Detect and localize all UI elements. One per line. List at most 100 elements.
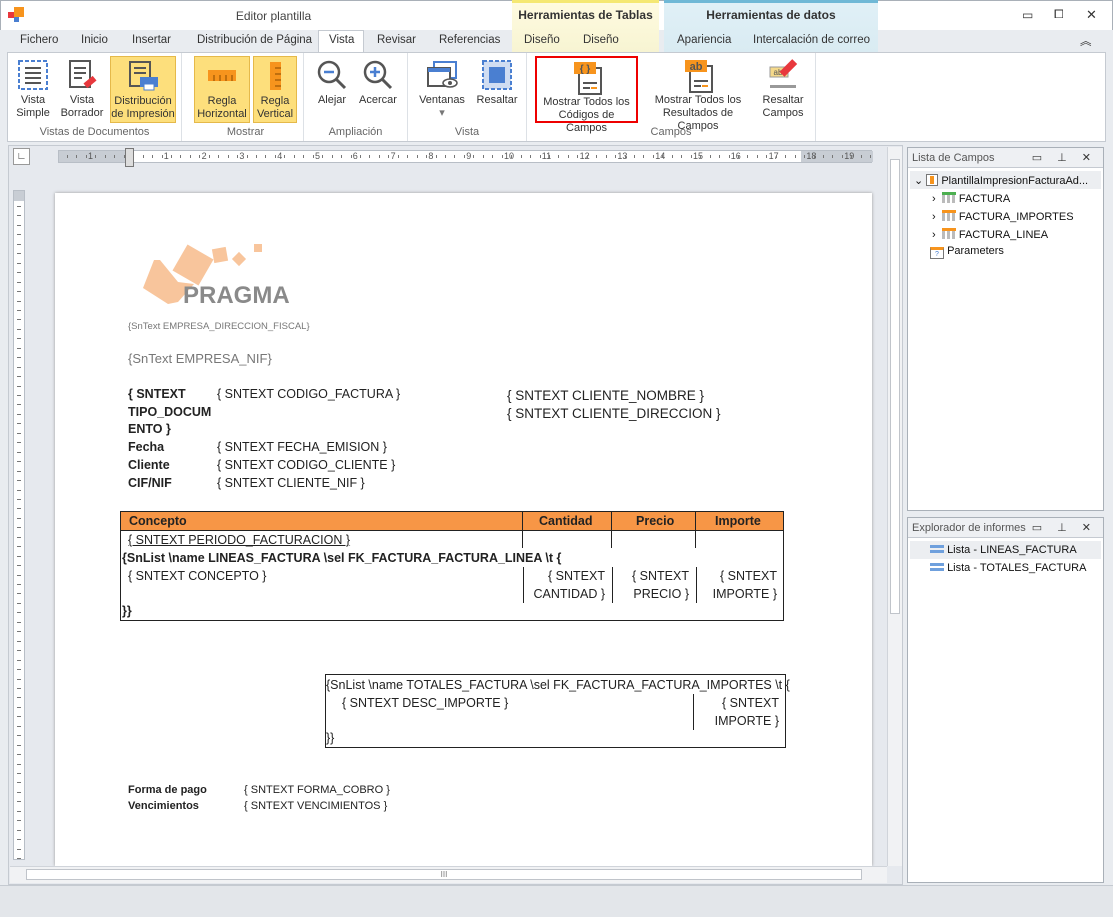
- ruler-tick: [492, 155, 494, 158]
- field-results-icon: ab: [685, 60, 713, 93]
- close-button[interactable]: ✕: [1086, 7, 1097, 23]
- tab-diseno-2[interactable]: Diseño: [583, 34, 619, 46]
- tree-root[interactable]: ⌄ PlantillaImpresionFacturaAd...: [914, 174, 1088, 187]
- ruler-tick: [17, 215, 21, 217]
- ruler-tick: [17, 272, 21, 274]
- ruler-tick: [728, 155, 730, 158]
- tree-item[interactable]: › FACTURA: [932, 192, 1010, 205]
- vista-simple-button[interactable]: Vista Simple: [12, 56, 54, 123]
- ruler-tick: [17, 716, 21, 718]
- collapse-ribbon-button[interactable]: ︽: [1080, 33, 1092, 49]
- ruler-tick: [17, 498, 21, 500]
- ruler-tick: [463, 155, 465, 158]
- tab-fichero[interactable]: Fichero: [20, 34, 58, 46]
- parameters-icon: ?: [930, 247, 944, 259]
- ruler-tick: [17, 546, 21, 548]
- ruler-tick: [17, 508, 21, 510]
- forma-pago-value: { SNTEXT FORMA_COBRO }: [244, 784, 390, 796]
- tab-referencias[interactable]: Referencias: [439, 34, 500, 46]
- ruler-tick: [445, 155, 446, 158]
- field-codes-icon: { }: [573, 62, 602, 95]
- mostrar-codigos-campos-button[interactable]: { } Mostrar Todos los Códigos de Campos: [535, 56, 638, 134]
- panel-buttons[interactable]: ▭ ⊥ ✕: [1032, 521, 1097, 534]
- scroll-thumb[interactable]: III: [26, 869, 862, 880]
- field-label: Fecha: [128, 440, 165, 454]
- mostrar-resultados-campos-button[interactable]: ab Mostrar Todos los Resultados de Campos: [642, 56, 754, 132]
- acercar-button[interactable]: Acercar: [354, 56, 402, 123]
- zoom-in-icon: [363, 60, 393, 90]
- ruler-tick: [435, 155, 437, 158]
- ruler-tick: [596, 155, 598, 158]
- ruler-tick: [17, 319, 21, 321]
- field-label: { SNTEXT: [128, 387, 186, 401]
- ruler-tick: [823, 155, 824, 158]
- ruler-tick: [17, 565, 21, 567]
- ventanas-button[interactable]: Ventanas ▾: [414, 56, 470, 123]
- indent-marker[interactable]: [125, 148, 134, 167]
- ruler-tick: [17, 423, 21, 425]
- alejar-button[interactable]: Alejar: [310, 56, 354, 123]
- explorer-item[interactable]: Lista - TOTALES_FACTURA: [930, 562, 1086, 574]
- tab-vista[interactable]: Vista: [329, 34, 354, 46]
- ruler-tick: [785, 155, 787, 158]
- ruler-tick: [17, 848, 21, 850]
- tab-diseno-1[interactable]: Diseño: [524, 34, 560, 46]
- panel-buttons[interactable]: ▭ ⊥ ✕: [1032, 151, 1097, 164]
- ruler-tick: [17, 697, 21, 699]
- tab-revisar[interactable]: Revisar: [377, 34, 416, 46]
- tree-item[interactable]: › FACTURA_LINEA: [932, 228, 1048, 241]
- field-value: { SNTEXT CODIGO_CLIENTE }: [217, 458, 396, 472]
- vista-borrador-button[interactable]: Vista Borrador: [58, 56, 106, 123]
- group-label: Vistas de Documentos: [39, 126, 150, 138]
- minimize-button[interactable]: ▭: [1022, 8, 1033, 22]
- ruler-tick: [378, 155, 380, 158]
- tree-item[interactable]: › FACTURA_IMPORTES: [932, 210, 1074, 223]
- ruler-tick: [208, 155, 210, 158]
- tab-stop-selector[interactable]: ∟: [13, 148, 30, 165]
- ruler-tick: [17, 413, 21, 415]
- ruler-tick: [17, 735, 21, 737]
- field-label: CIF/NIF: [128, 476, 172, 490]
- ruler-tick: [17, 470, 21, 472]
- tab-apariencia[interactable]: Apariencia: [677, 34, 731, 46]
- ruler-tick: [17, 763, 21, 765]
- vertical-ruler-icon: [270, 62, 281, 90]
- resaltar-campos-button[interactable]: ab Resaltar Campos: [757, 56, 809, 123]
- ruler-tick: [17, 281, 21, 283]
- restore-button[interactable]: ⧠: [1054, 7, 1064, 22]
- print-layout-icon: [129, 61, 158, 91]
- document-page[interactable]: PRAGMA {SnText EMPRESA_DIRECCION_FISCAL}…: [55, 193, 872, 866]
- regla-vertical-button[interactable]: Regla Vertical: [253, 56, 297, 123]
- tab-inicio[interactable]: Inicio: [81, 34, 108, 46]
- ruler-tick: [634, 155, 635, 158]
- regla-horizontal-button[interactable]: Regla Horizontal: [194, 56, 250, 123]
- explorer-item[interactable]: Lista - LINEAS_FACTURA: [930, 544, 1077, 556]
- tab-distribucion[interactable]: Distribución de Página: [197, 34, 312, 46]
- ruler-tick: [293, 155, 295, 158]
- ruler-tick: [199, 155, 201, 158]
- ruler-tick: [142, 155, 144, 158]
- ruler-tick: [104, 155, 106, 158]
- scroll-thumb[interactable]: [890, 159, 900, 614]
- horizontal-ruler[interactable]: 1 1 2 3 4 5 6 7 8 9 10 11 12 13 14 15 16 17 18 19: [58, 148, 873, 167]
- tree-item-parameters[interactable]: ? Parameters: [930, 245, 1004, 259]
- distribucion-impresion-button[interactable]: Distribución de Impresión: [110, 56, 176, 123]
- ruler-tick: [501, 155, 503, 158]
- tab-intercalacion[interactable]: Intercalación de correo: [753, 34, 870, 46]
- ruler-tick: [17, 754, 21, 756]
- ruler-tick: [218, 155, 220, 158]
- ruler-tick: [737, 155, 739, 158]
- tab-insertar[interactable]: Insertar: [132, 34, 171, 46]
- ruler-tick: [482, 155, 484, 158]
- vertical-scrollbar[interactable]: [887, 147, 902, 866]
- cliente-nombre-field: { SNTEXT CLIENTE_NOMBRE }: [507, 388, 705, 403]
- horizontal-scrollbar[interactable]: III: [10, 866, 887, 883]
- ruler-tick: [17, 253, 21, 255]
- ruler-label: 2: [201, 151, 207, 161]
- ruler-tick: [17, 432, 21, 434]
- resaltar-button[interactable]: Resaltar: [472, 56, 522, 123]
- vertical-ruler[interactable]: [13, 190, 25, 860]
- ruler-tick: [17, 687, 21, 689]
- list-icon: [930, 545, 944, 553]
- group-vista: Ventanas ▾ Resaltar Vista: [408, 53, 527, 141]
